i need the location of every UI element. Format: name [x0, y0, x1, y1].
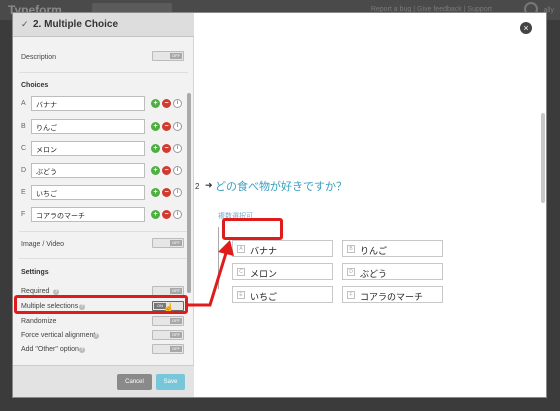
annotation-arrow-icon: [188, 240, 234, 307]
